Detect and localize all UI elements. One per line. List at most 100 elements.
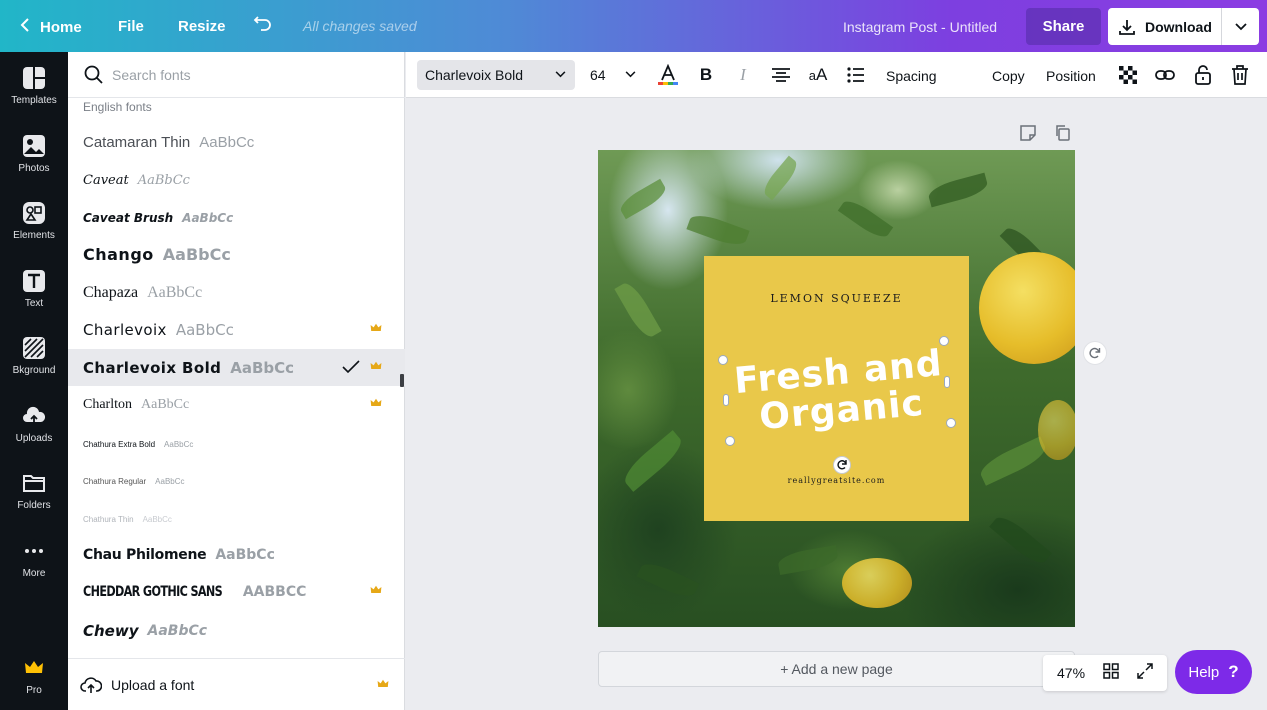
crown-icon: [370, 398, 382, 406]
link-icon[interactable]: [1153, 63, 1177, 87]
rail-item-templates[interactable]: Templates: [0, 66, 68, 106]
list-icon[interactable]: [844, 63, 868, 87]
font-row-catamaran-thin[interactable]: Catamaran Thin AaBbCc: [68, 124, 405, 161]
font-family-value: Charlevoix Bold: [425, 67, 524, 83]
rail-item-more[interactable]: More: [0, 539, 68, 579]
home-button[interactable]: Home: [20, 17, 82, 38]
rail-item-photos[interactable]: Photos: [0, 134, 68, 174]
leaf-shape: [989, 511, 1052, 569]
transparency-icon[interactable]: [1116, 63, 1140, 87]
side-rail: Templates Photos Elements Text Bkground …: [0, 52, 68, 710]
font-row-cheddar-gothic-sans[interactable]: CHEDDAR GOTHIC SANS AABBCC: [68, 573, 405, 610]
add-page-button[interactable]: + Add a new page: [598, 651, 1075, 687]
card-kicker[interactable]: LEMON SQUEEZE: [704, 292, 969, 305]
font-row-chau-philomene[interactable]: Chau Philomene AaBbCc: [68, 536, 405, 573]
search-input[interactable]: [112, 64, 382, 86]
download-button[interactable]: Download: [1108, 8, 1222, 45]
font-sample: AaBbCc: [141, 396, 190, 412]
font-sample: AaBbCc: [155, 477, 185, 486]
font-row-chango[interactable]: Chango AaBbCc: [68, 236, 405, 273]
share-button[interactable]: Share: [1026, 8, 1101, 45]
file-menu-button[interactable]: File: [118, 18, 144, 35]
card-url[interactable]: reallygreatsite.com: [704, 476, 969, 485]
refresh-icon[interactable]: [1083, 341, 1107, 365]
side-handle[interactable]: [723, 394, 729, 406]
font-sample: AaBbCc: [147, 283, 203, 301]
font-name: CHEDDAR GOTHIC SANS: [83, 583, 223, 600]
rail-item-background[interactable]: Bkground: [0, 336, 68, 376]
page-note-icon[interactable]: [1019, 124, 1037, 147]
crown-icon: [22, 656, 46, 680]
duplicate-page-icon[interactable]: [1054, 124, 1072, 147]
font-row-charlevoix[interactable]: Charlevoix AaBbCc: [68, 311, 405, 348]
rail-label: More: [22, 568, 46, 579]
rail-label: Bkground: [12, 365, 56, 376]
top-bar: Home File Resize All changes saved Insta…: [0, 0, 1267, 52]
lock-icon[interactable]: [1191, 63, 1215, 87]
rail-item-pro[interactable]: Pro: [0, 656, 68, 696]
rail-item-elements[interactable]: Elements: [0, 201, 68, 241]
font-name: Charlevoix Bold: [83, 358, 222, 377]
document-title[interactable]: Instagram Post - Untitled: [843, 19, 997, 35]
zoom-level[interactable]: 47%: [1057, 665, 1097, 681]
font-row-chathura-extra-bold[interactable]: Chathura Extra Bold AaBbCc: [68, 426, 405, 463]
font-size-input[interactable]: 64: [590, 67, 606, 83]
grid-view-icon[interactable]: [1103, 662, 1119, 684]
font-search: [68, 52, 405, 98]
section-label: English fonts: [83, 100, 152, 114]
leaf-shape: [926, 172, 990, 208]
font-row-caveat-brush[interactable]: Caveat Brush AaBbCc: [68, 199, 405, 236]
rotate-icon[interactable]: [833, 456, 851, 474]
elements-icon: [22, 201, 46, 225]
rail-item-folders[interactable]: Folders: [0, 471, 68, 511]
background-icon: [22, 336, 46, 360]
resize-handle[interactable]: [718, 355, 728, 365]
text-card[interactable]: LEMON SQUEEZE Fresh and Organic reallygr…: [704, 256, 969, 521]
font-row-chathura-thin[interactable]: Chathura Thin AaBbCc: [68, 501, 405, 538]
font-row-charlton[interactable]: Charlton AaBbCc: [68, 386, 405, 423]
copy-style-button[interactable]: Copy: [992, 68, 1025, 84]
rail-item-uploads[interactable]: Uploads: [0, 404, 68, 444]
rail-label: Elements: [13, 230, 55, 241]
text-color-icon[interactable]: [656, 63, 680, 87]
uploads-icon: [22, 404, 46, 428]
resize-handle[interactable]: [946, 418, 956, 428]
font-sample: AaBbCc: [142, 515, 172, 524]
font-row-caveat[interactable]: Caveat AaBbCc: [68, 162, 405, 199]
font-row-charlevoix-bold[interactable]: Charlevoix Bold AaBbCc: [68, 349, 405, 386]
letter-case-icon[interactable]: aA: [806, 63, 830, 87]
bold-icon[interactable]: B: [694, 63, 718, 87]
upload-font-button[interactable]: Upload a font: [68, 658, 405, 710]
rail-label: Folders: [17, 500, 51, 511]
zoom-controls: 47%: [1043, 655, 1167, 691]
font-row-chathura-regular[interactable]: Chathura Regular AaBbCc: [68, 463, 405, 500]
resize-handle[interactable]: [725, 436, 735, 446]
chevron-down-icon[interactable]: [625, 71, 636, 78]
font-sample: AaBbCc: [164, 440, 194, 449]
download-options-button[interactable]: [1222, 8, 1259, 45]
position-button[interactable]: Position: [1046, 68, 1096, 84]
folders-icon: [22, 471, 46, 495]
more-icon: [22, 539, 46, 563]
design-page[interactable]: LEMON SQUEEZE Fresh and Organic reallygr…: [598, 150, 1075, 627]
font-row-chapaza[interactable]: Chapaza AaBbCc: [68, 274, 405, 311]
rail-item-text[interactable]: Text: [0, 269, 68, 309]
side-handle[interactable]: [944, 376, 950, 388]
resize-handle[interactable]: [939, 336, 949, 346]
trash-icon[interactable]: [1228, 63, 1252, 87]
scrollbar-thumb[interactable]: [400, 374, 404, 387]
font-name: Caveat: [83, 173, 129, 188]
font-panel: English fonts Catamaran Thin AaBbCc Cave…: [68, 52, 405, 710]
align-center-icon[interactable]: [769, 63, 793, 87]
help-button[interactable]: Help ?: [1175, 650, 1252, 694]
font-row-chewy[interactable]: Chewy AaBbCc: [68, 612, 405, 649]
spacing-button[interactable]: Spacing: [886, 68, 937, 84]
font-name: Catamaran Thin: [83, 134, 191, 151]
resize-button[interactable]: Resize: [178, 18, 226, 35]
fullscreen-icon[interactable]: [1137, 662, 1153, 684]
italic-icon[interactable]: I: [731, 63, 755, 87]
leaf-shape: [619, 430, 687, 492]
font-family-select[interactable]: Charlevoix Bold: [417, 60, 575, 90]
card-headline[interactable]: Fresh and Organic: [727, 343, 953, 440]
undo-icon[interactable]: [253, 14, 273, 32]
